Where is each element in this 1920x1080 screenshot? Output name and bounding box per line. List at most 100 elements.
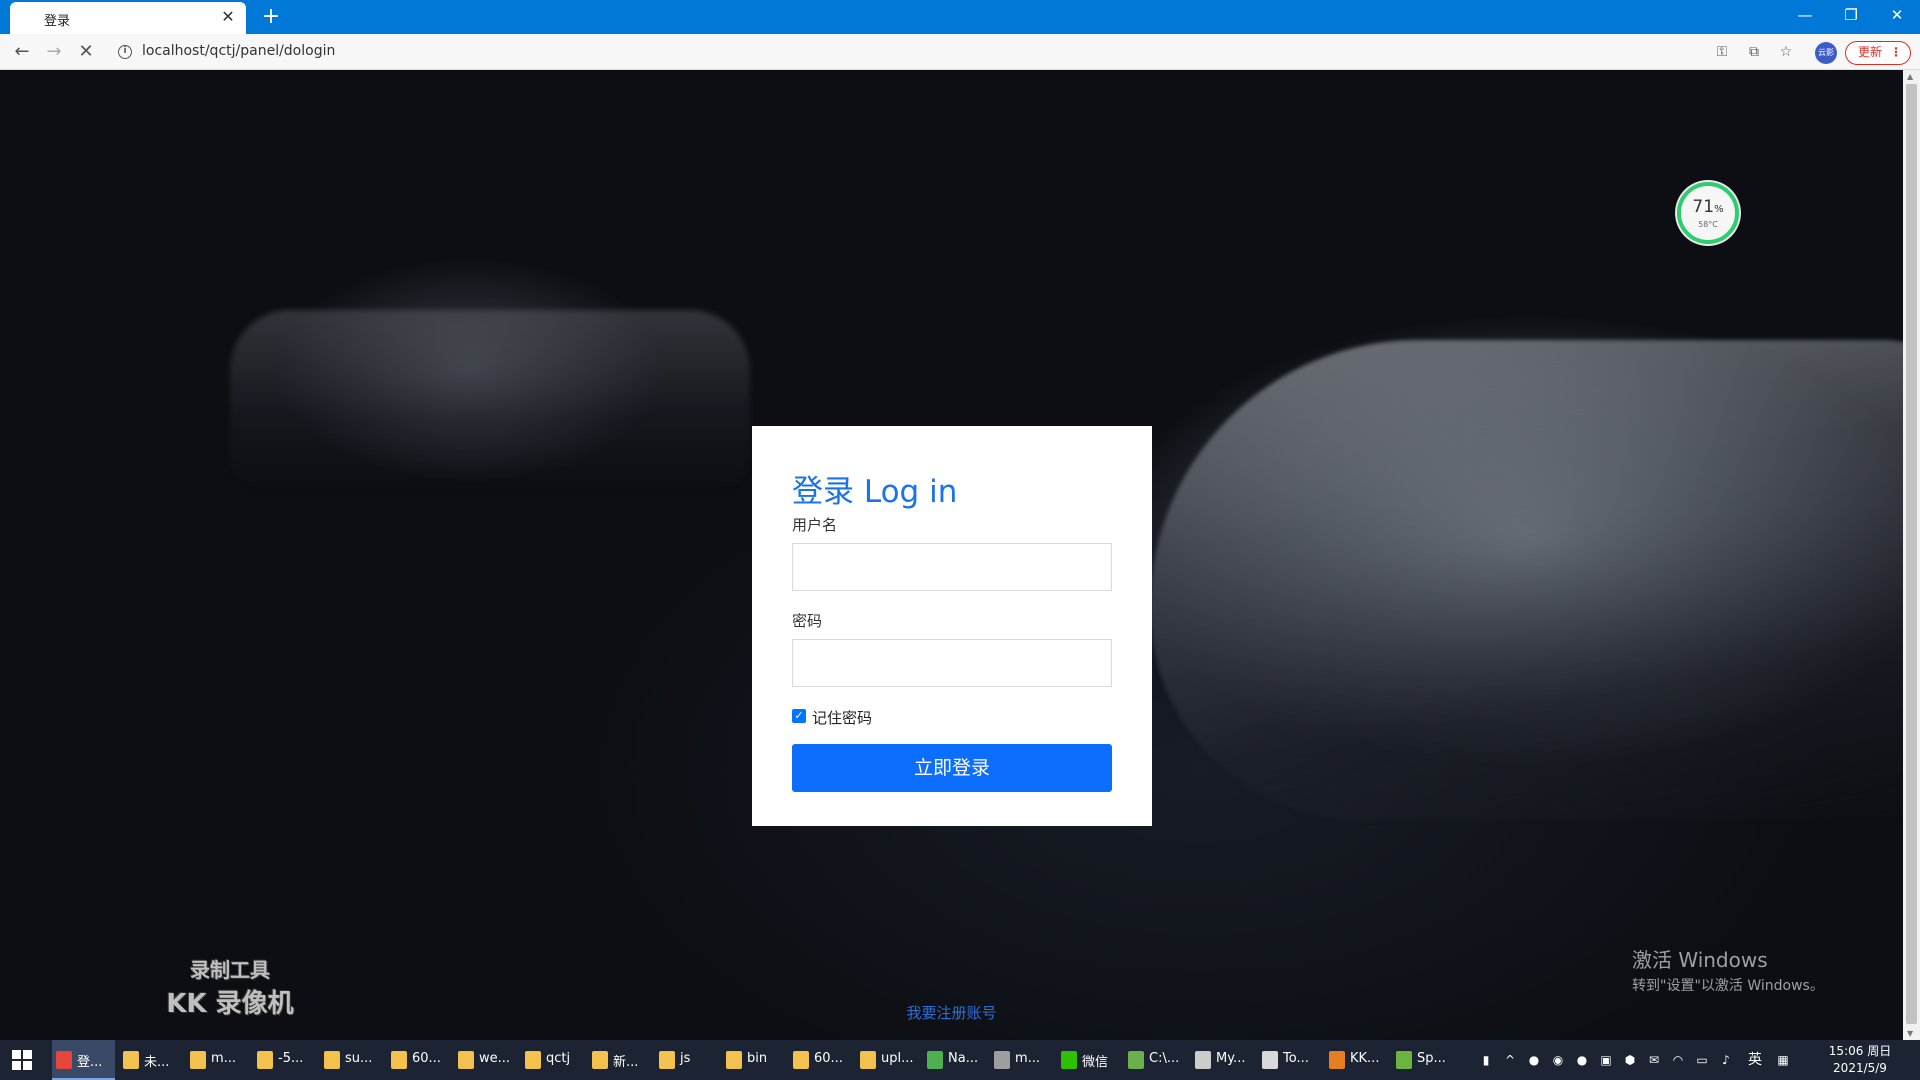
key-icon[interactable]: ⚿ (1712, 42, 1732, 62)
taskbar-item[interactable]: 未... (119, 1040, 182, 1080)
taskbar-item[interactable]: js (655, 1040, 718, 1080)
taskbar-item-label: upl... (881, 1051, 914, 1066)
new-tab-button[interactable]: + (258, 4, 284, 30)
watermark-line2: KK 录像机 (166, 989, 294, 1019)
page-scrollbar[interactable]: ▲ ▼ (1903, 70, 1920, 1040)
mysql-icon (1195, 1051, 1211, 1069)
bookmark-star-icon[interactable]: ☆ (1776, 42, 1796, 62)
login-card: 登录 Log in 用户名 密码 ✓ 记住密码 立即登录 (752, 426, 1152, 826)
folder-icon (726, 1051, 742, 1069)
translate-icon[interactable]: ⧉ (1744, 42, 1764, 62)
url-text[interactable]: localhost/qctj/panel/dologin (142, 43, 335, 59)
taskbar-item[interactable]: 新... (588, 1040, 651, 1080)
background-car-image (1150, 340, 1903, 820)
username-input[interactable] (792, 543, 1112, 591)
taskbar-item[interactable]: we... (454, 1040, 517, 1080)
clock-date: 2021/5/9 (1833, 1061, 1887, 1075)
page-viewport: 登录 Log in 用户名 密码 ✓ 记住密码 立即登录 我要注册账号 录制工具… (0, 70, 1903, 1040)
app-tray-icon[interactable]: ● (1526, 1052, 1542, 1068)
shield-icon[interactable]: ⬢ (1622, 1052, 1638, 1068)
update-button[interactable]: 更新 ⋮ (1845, 41, 1911, 65)
close-window-button[interactable]: ✕ (1874, 0, 1920, 34)
windows-start-icon[interactable] (12, 1050, 32, 1070)
ime-indicator[interactable]: 英 (1747, 1052, 1763, 1068)
folder-icon (860, 1051, 876, 1069)
navicat-icon (927, 1051, 943, 1069)
battery-icon[interactable]: ▮ (1478, 1052, 1494, 1068)
password-input[interactable] (792, 639, 1112, 687)
activation-subtitle: 转到"设置"以激活 Windows。 (1632, 978, 1824, 994)
taskbar-item[interactable]: m... (990, 1040, 1053, 1080)
taskbar-item[interactable]: bin (722, 1040, 785, 1080)
taskbar-item[interactable]: Sp... (1392, 1040, 1455, 1080)
taskbar-item-label: js (680, 1051, 691, 1066)
taskbar-item-label: 微信 (1082, 1055, 1109, 1070)
network-box-icon[interactable]: ▣ (1598, 1052, 1614, 1068)
browser-titlebar: 登录 ✕ + — ❐ ✕ (0, 0, 1920, 34)
update-label: 更新 (1858, 45, 1883, 59)
taskbar-item[interactable]: KK... (1325, 1040, 1388, 1080)
taskbar-item-label: C:\... (1149, 1051, 1180, 1066)
taskbar-item[interactable]: -5... (253, 1040, 316, 1080)
monitor-icon[interactable]: ▭ (1694, 1052, 1710, 1068)
kk-recorder-watermark: 录制工具 KK 录像机 (160, 954, 300, 1020)
restore-button[interactable]: ❐ (1828, 0, 1874, 34)
taskbar-item[interactable]: upl... (856, 1040, 919, 1080)
kk-recorder-icon (1329, 1051, 1345, 1069)
folder-icon (659, 1051, 675, 1069)
folder-icon (190, 1051, 206, 1069)
watermark-line1: 录制工具 (190, 958, 270, 982)
taskbar-item[interactable]: C:\... (1124, 1040, 1187, 1080)
keyboard-icon[interactable]: ▦ (1775, 1052, 1791, 1068)
windows-taskbar: 登... 未... m... -5... su... 60... we... qctj 新...… (0, 1040, 1920, 1080)
taskbar-item[interactable]: 登... (52, 1040, 115, 1080)
taskbar-item-label: 新... (613, 1055, 639, 1070)
taskbar-item[interactable]: My... (1191, 1040, 1254, 1080)
folder-icon (257, 1051, 273, 1069)
cpu-percent: 71% (1692, 197, 1724, 217)
taskbar-item-label: Na... (948, 1051, 979, 1066)
address-bar[interactable]: i localhost/qctj/panel/dologin (108, 38, 408, 66)
folder-icon (458, 1051, 474, 1069)
taskbar-item[interactable]: 60... (387, 1040, 450, 1080)
remember-checkbox[interactable]: ✓ (792, 709, 806, 723)
tab-close-icon[interactable]: ✕ (218, 7, 238, 27)
scroll-up-icon[interactable]: ▲ (1907, 72, 1913, 81)
taskbar-item[interactable]: To... (1258, 1040, 1321, 1080)
back-arrow-icon[interactable]: ← (8, 38, 36, 66)
taskbar-item[interactable]: su... (320, 1040, 383, 1080)
wifi-icon[interactable]: ◠ (1670, 1052, 1686, 1068)
cpu-temperature: 58°C (1698, 220, 1718, 229)
system-clock[interactable]: 15:06 周日 2021/5/9 (1822, 1043, 1898, 1077)
browser-toolbar: ← → ✕ i localhost/qctj/panel/dologin ⚿ ⧉… (0, 34, 1920, 70)
activation-title: 激活 Windows (1632, 948, 1768, 972)
scroll-down-icon[interactable]: ▼ (1907, 1029, 1913, 1038)
taskbar-item[interactable]: 微信 (1057, 1040, 1120, 1080)
background-car-image-left (230, 310, 750, 490)
taskbar-item-label: -5... (278, 1051, 304, 1066)
minimize-button[interactable]: — (1782, 0, 1828, 34)
taskbar-item[interactable]: qctj (521, 1040, 584, 1080)
tray-app-icon[interactable]: ● (1574, 1052, 1590, 1068)
stop-loading-icon[interactable]: ✕ (72, 38, 100, 66)
taskbar-item-label: 60... (412, 1051, 441, 1066)
tab-title: 登录 (44, 14, 71, 29)
taskbar-item-label: bin (747, 1051, 768, 1066)
site-info-icon[interactable]: i (118, 45, 132, 59)
volume-icon[interactable]: ♪ (1718, 1052, 1734, 1068)
login-title: 登录 Log in (792, 474, 958, 510)
taskbar-item-label: 60... (814, 1051, 843, 1066)
browser-tab[interactable]: 登录 ✕ (10, 2, 246, 34)
qq-icon[interactable]: ◉ (1550, 1052, 1566, 1068)
profile-avatar[interactable]: 云影 (1815, 42, 1837, 64)
taskbar-item[interactable]: 60... (789, 1040, 852, 1080)
login-button[interactable]: 立即登录 (792, 744, 1112, 792)
cpu-usage-widget[interactable]: 71% 58°C (1677, 182, 1739, 244)
forward-arrow-icon[interactable]: → (40, 38, 68, 66)
scroll-thumb[interactable] (1906, 84, 1917, 1024)
taskbar-item[interactable]: m... (186, 1040, 249, 1080)
chevron-up-icon[interactable]: ^ (1502, 1052, 1518, 1068)
folder-icon (391, 1051, 407, 1069)
taskbar-item[interactable]: Na... (923, 1040, 986, 1080)
wechat-tray-icon[interactable]: ✉ (1646, 1052, 1662, 1068)
